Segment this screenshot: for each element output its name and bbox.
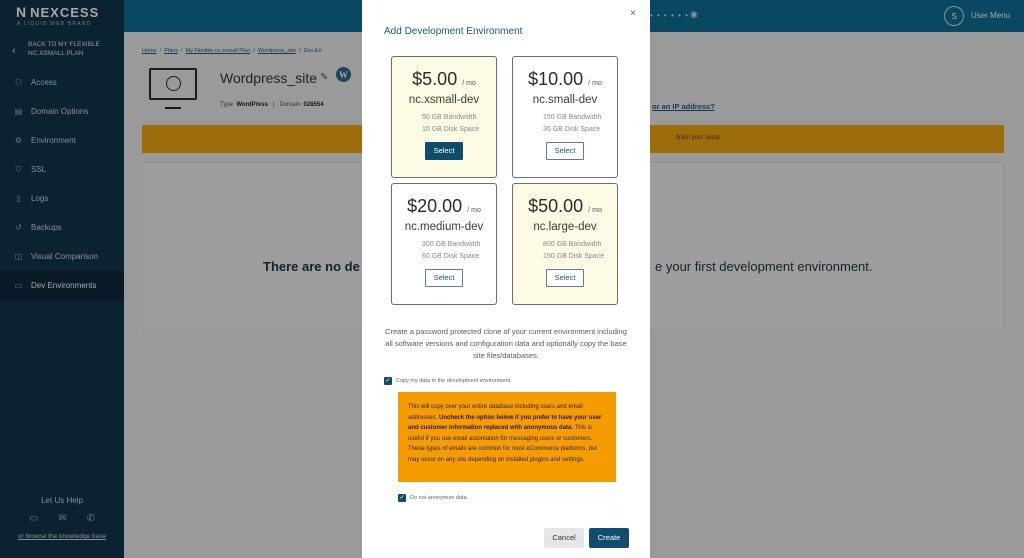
select-xsmall-button[interactable]: Select bbox=[425, 142, 463, 160]
plan-card-medium[interactable]: $20.00 / mo nc.medium-dev 300 GB Bandwid… bbox=[391, 183, 497, 305]
select-medium-button[interactable]: Select bbox=[425, 269, 463, 287]
plan-bandwidth: 50 GB Bandwidth bbox=[422, 114, 477, 121]
copy-data-label: Copy my data to the development environm… bbox=[396, 378, 512, 384]
close-icon[interactable]: × bbox=[630, 8, 636, 19]
modal-description: Create a password protected clone of you… bbox=[385, 327, 627, 360]
select-large-button[interactable]: Select bbox=[546, 269, 584, 287]
plan-bandwidth: 150 GB Bandwidth bbox=[543, 114, 602, 121]
do-not-anonymize-label: Do not anonymize data. bbox=[410, 495, 469, 501]
plan-price: $50.00 bbox=[528, 196, 584, 216]
copy-data-checkbox[interactable]: ✓ bbox=[384, 377, 392, 385]
plan-price: $20.00 bbox=[407, 196, 463, 216]
plan-disk: 30 GB Disk Space bbox=[543, 126, 601, 133]
plan-name: nc.small-dev bbox=[532, 94, 598, 106]
plan-name: nc.large-dev bbox=[533, 221, 597, 233]
plan-card-small[interactable]: $10.00 / mo nc.small-dev 150 GB Bandwidt… bbox=[512, 56, 618, 178]
modal-title: Add Development Environment bbox=[384, 26, 523, 37]
plan-disk: 60 GB Disk Space bbox=[422, 253, 480, 260]
cancel-button[interactable]: Cancel bbox=[544, 528, 584, 548]
plan-card-xsmall[interactable]: $5.00 / mo nc.xsmall-dev 50 GB Bandwidth… bbox=[391, 56, 497, 178]
plan-disk: 150 GB Disk Space bbox=[543, 253, 605, 260]
plan-name: nc.medium-dev bbox=[404, 221, 484, 233]
plan-disk: 10 GB Disk Space bbox=[422, 126, 480, 133]
add-dev-env-modal: Add Development Environment × $5.00 / mo… bbox=[362, 0, 650, 558]
plan-name: nc.xsmall-dev bbox=[408, 94, 480, 106]
plan-bandwidth: 300 GB Bandwidth bbox=[422, 241, 481, 248]
plan-card-large[interactable]: $50.00 / mo nc.large-dev 800 GB Bandwidt… bbox=[512, 183, 618, 305]
copy-warning: This will copy over your entire database… bbox=[398, 392, 616, 482]
select-small-button[interactable]: Select bbox=[546, 142, 584, 160]
plan-bandwidth: 800 GB Bandwidth bbox=[543, 241, 602, 248]
create-button[interactable]: Create bbox=[589, 528, 629, 548]
plan-price: $5.00 bbox=[412, 69, 458, 89]
do-not-anonymize-checkbox[interactable]: ✓ bbox=[398, 494, 406, 502]
plan-price: $10.00 bbox=[528, 69, 584, 89]
